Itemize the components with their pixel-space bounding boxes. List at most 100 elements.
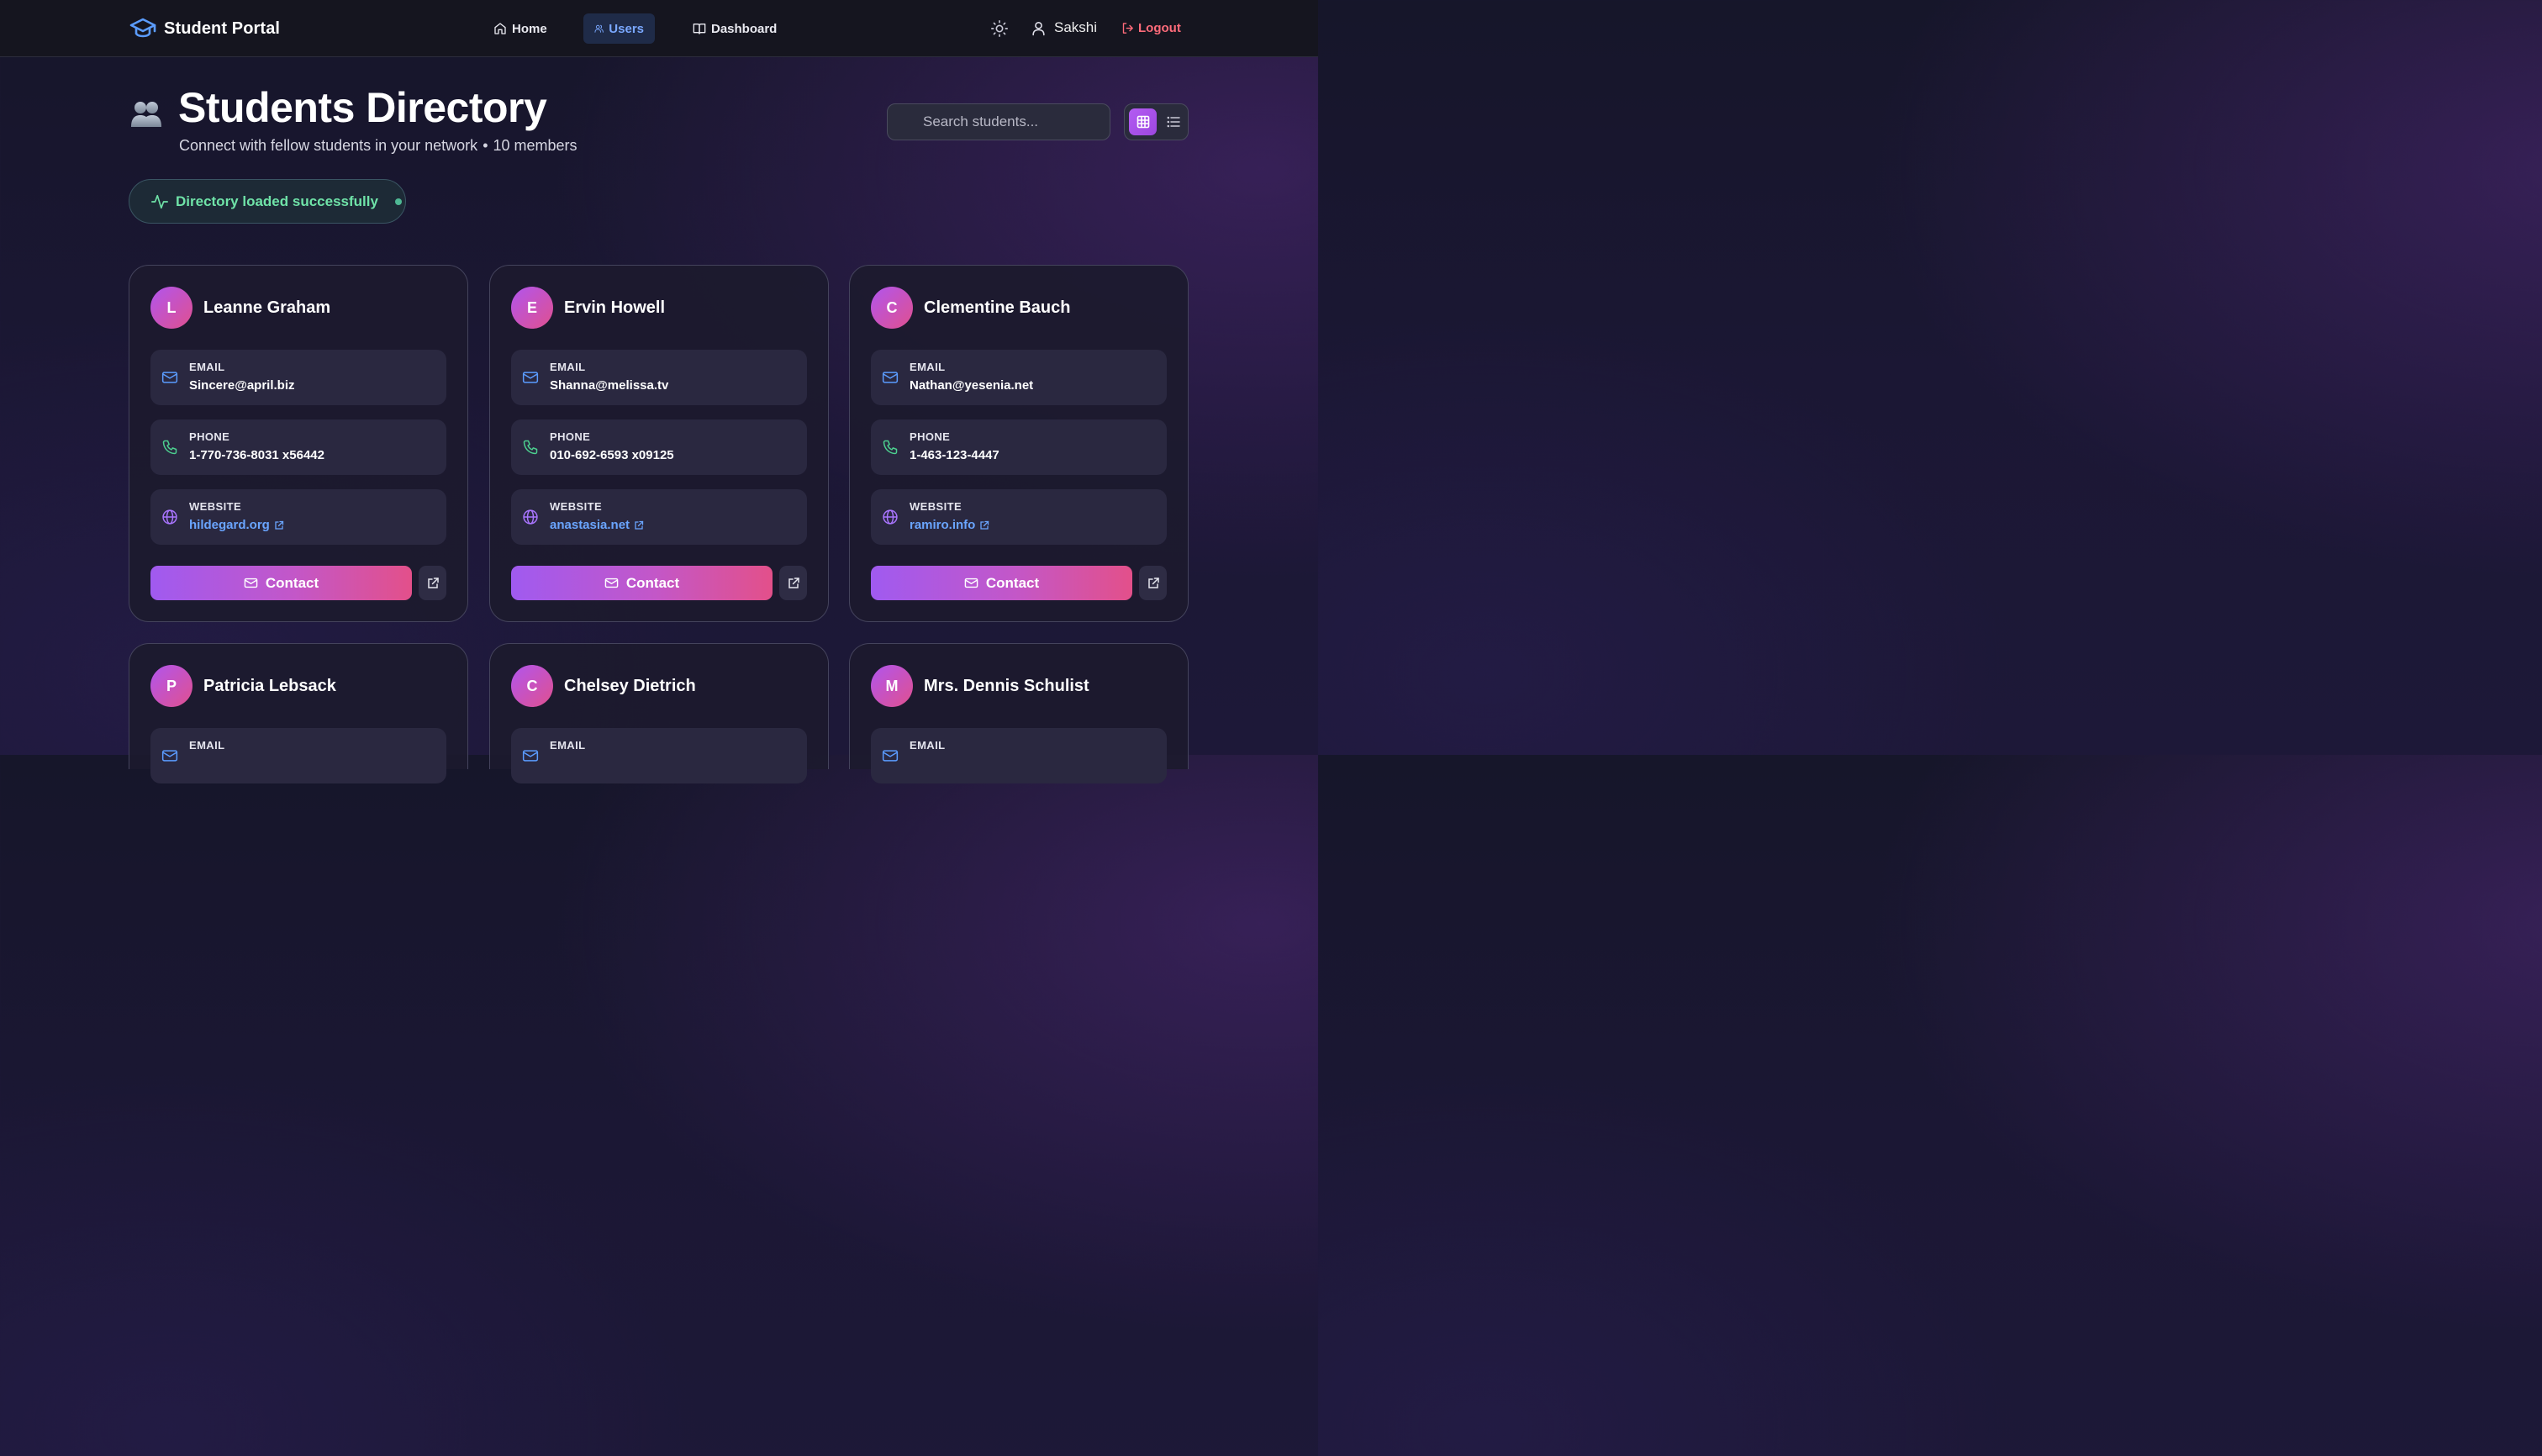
contact-button[interactable]: Contact bbox=[871, 566, 1132, 600]
phone-icon bbox=[162, 440, 177, 455]
external-link-icon bbox=[788, 577, 799, 588]
user-icon bbox=[1032, 21, 1045, 35]
contact-label: Contact bbox=[985, 574, 1040, 591]
external-link-icon bbox=[980, 520, 989, 530]
mail-icon bbox=[604, 578, 619, 588]
brand[interactable]: Student Portal bbox=[129, 17, 280, 40]
website-field: WEBSITE ramiro.info bbox=[871, 489, 1167, 545]
email-label: EMAIL bbox=[910, 361, 946, 373]
card-header: M Mrs. Dennis Schulist bbox=[871, 665, 1089, 707]
top-navbar: Student Portal Home Users Dashboard Saks… bbox=[0, 0, 1318, 57]
user-profile[interactable]: Sakshi bbox=[1031, 19, 1097, 36]
website-label: WEBSITE bbox=[189, 500, 242, 513]
student-name: Leanne Graham bbox=[203, 298, 331, 317]
email-label: EMAIL bbox=[910, 739, 946, 752]
nav-users[interactable]: Users bbox=[583, 13, 655, 44]
phone-field: PHONE 1-770-736-8031 x56442 bbox=[150, 419, 446, 475]
grid-view-button[interactable] bbox=[1129, 108, 1157, 135]
card-header: L Leanne Graham bbox=[150, 287, 330, 329]
avatar: E bbox=[511, 287, 553, 329]
email-value[interactable]: Nathan@yesenia.net bbox=[910, 378, 1033, 393]
phone-field: PHONE 010-692-6593 x09125 bbox=[511, 419, 807, 475]
phone-icon bbox=[523, 440, 538, 455]
globe-icon bbox=[162, 509, 177, 525]
website-link[interactable]: ramiro.info bbox=[910, 518, 989, 532]
student-name: Mrs. Dennis Schulist bbox=[924, 676, 1089, 695]
website-value: anastasia.net bbox=[550, 518, 630, 532]
avatar: M bbox=[871, 665, 913, 707]
email-field: EMAIL bbox=[150, 728, 446, 783]
website-field: WEBSITE anastasia.net bbox=[511, 489, 807, 545]
student-name: Clementine Bauch bbox=[924, 298, 1071, 317]
nav-dashboard[interactable]: Dashboard bbox=[682, 13, 788, 44]
nav-home-label: Home bbox=[512, 21, 547, 36]
phone-value[interactable]: 010-692-6593 x09125 bbox=[550, 448, 674, 462]
people-emoji-icon bbox=[131, 102, 161, 127]
avatar: L bbox=[150, 287, 192, 329]
student-name: Chelsey Dietrich bbox=[564, 676, 696, 695]
mail-icon bbox=[522, 750, 539, 762]
status-text: Directory loaded successfully bbox=[176, 193, 378, 209]
logout-icon bbox=[1122, 23, 1133, 34]
page-subtitle: Connect with fellow students in your net… bbox=[179, 137, 577, 155]
book-open-icon bbox=[693, 24, 706, 34]
email-field: EMAIL bbox=[511, 728, 807, 783]
email-field: EMAIL Nathan@yesenia.net bbox=[871, 350, 1167, 405]
page-title: Students Directory bbox=[178, 84, 547, 131]
website-link[interactable]: anastasia.net bbox=[550, 518, 644, 532]
avatar: P bbox=[150, 665, 192, 707]
student-card: E Ervin Howell EMAIL Shanna@melissa.tv P… bbox=[489, 265, 829, 622]
search-input[interactable] bbox=[887, 103, 1110, 140]
view-toggle bbox=[1124, 103, 1189, 140]
contact-label: Contact bbox=[625, 574, 680, 591]
logout-label: Logout bbox=[1138, 21, 1181, 35]
status-banner: Directory loaded successfully bbox=[129, 179, 406, 224]
list-view-button[interactable] bbox=[1162, 108, 1185, 135]
subtitle-text: Connect with fellow students in your net… bbox=[179, 137, 478, 154]
card-header: C Chelsey Dietrich bbox=[511, 665, 696, 707]
brand-name: Student Portal bbox=[164, 18, 281, 38]
student-card: M Mrs. Dennis Schulist EMAIL bbox=[849, 643, 1189, 783]
sun-icon[interactable] bbox=[990, 19, 1009, 38]
mail-icon bbox=[161, 372, 178, 383]
phone-field: PHONE 1-463-123-4447 bbox=[871, 419, 1167, 475]
website-link[interactable]: hildegard.org bbox=[189, 518, 284, 532]
logout-button[interactable]: Logout bbox=[1121, 21, 1181, 35]
website-value: hildegard.org bbox=[189, 518, 270, 532]
users-icon bbox=[594, 24, 604, 33]
card-header: C Clementine Bauch bbox=[871, 287, 1070, 329]
email-value[interactable]: Shanna@melissa.tv bbox=[550, 378, 668, 393]
grid-icon bbox=[1137, 115, 1149, 129]
student-card: L Leanne Graham EMAIL Sincere@april.biz … bbox=[129, 265, 468, 622]
phone-icon bbox=[883, 440, 898, 455]
contact-button[interactable]: Contact bbox=[511, 566, 773, 600]
phone-value[interactable]: 1-770-736-8031 x56442 bbox=[189, 448, 324, 462]
nav-users-label: Users bbox=[609, 21, 644, 36]
email-label: EMAIL bbox=[189, 739, 225, 752]
website-field: WEBSITE hildegard.org bbox=[150, 489, 446, 545]
activity-icon bbox=[151, 194, 168, 208]
external-link-icon bbox=[275, 520, 283, 530]
student-card: C Clementine Bauch EMAIL Nathan@yesenia.… bbox=[849, 265, 1189, 622]
student-card: C Chelsey Dietrich EMAIL bbox=[489, 643, 829, 783]
card-header: E Ervin Howell bbox=[511, 287, 665, 329]
nav-home[interactable]: Home bbox=[483, 13, 558, 44]
phone-label: PHONE bbox=[910, 430, 951, 443]
open-profile-button[interactable] bbox=[779, 566, 807, 600]
contact-button[interactable]: Contact bbox=[150, 566, 412, 600]
mail-icon bbox=[882, 750, 899, 762]
avatar: C bbox=[511, 665, 553, 707]
card-header: P Patricia Lebsack bbox=[150, 665, 336, 707]
email-label: EMAIL bbox=[550, 361, 586, 373]
external-link-icon bbox=[635, 520, 644, 530]
mail-icon bbox=[161, 750, 178, 762]
email-field: EMAIL bbox=[871, 728, 1167, 783]
globe-icon bbox=[883, 509, 898, 525]
graduation-cap-icon bbox=[129, 18, 156, 38]
phone-value[interactable]: 1-463-123-4447 bbox=[910, 448, 999, 462]
student-name: Ervin Howell bbox=[564, 298, 666, 317]
open-profile-button[interactable] bbox=[419, 566, 446, 600]
mail-icon bbox=[522, 372, 539, 383]
email-value[interactable]: Sincere@april.biz bbox=[189, 378, 295, 393]
open-profile-button[interactable] bbox=[1139, 566, 1167, 600]
